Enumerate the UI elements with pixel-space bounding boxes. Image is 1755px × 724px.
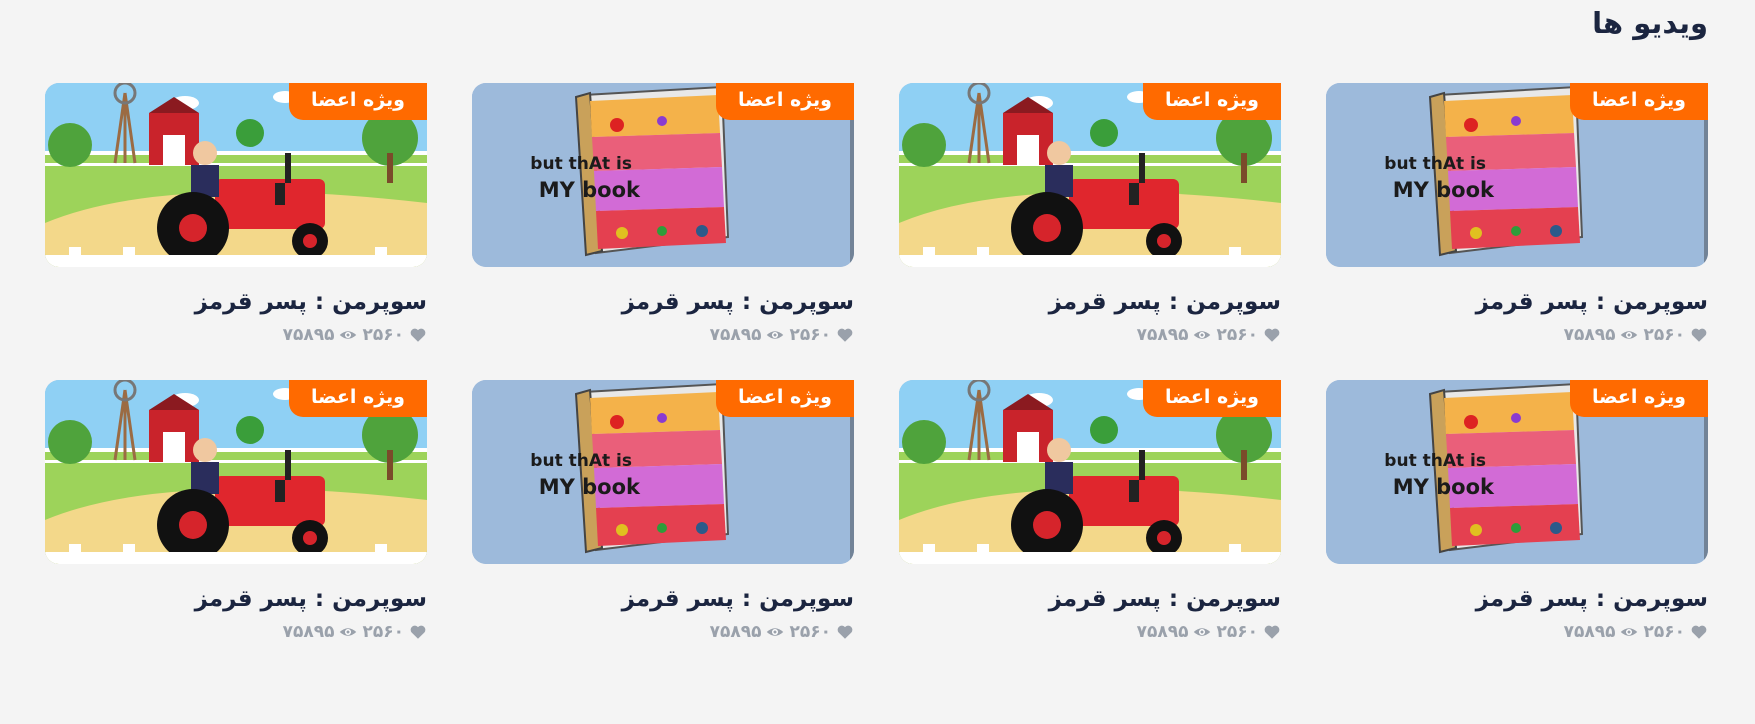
video-card[interactable]: but thAt is MY book ویژه اعضا سوپرمن : پ… <box>1326 380 1708 677</box>
section-title: ویدیو ها <box>1592 6 1708 40</box>
likes-count: ۲۵۶۰ <box>789 325 831 345</box>
video-stats: ۲۵۶۰ ۷۵۸۹۵ <box>45 622 427 642</box>
likes-count: ۲۵۶۰ <box>1643 325 1685 345</box>
video-stats: ۲۵۶۰ ۷۵۸۹۵ <box>472 325 854 345</box>
views-count: ۷۵۸۹۵ <box>282 325 335 345</box>
views-count: ۷۵۸۹۵ <box>709 325 762 345</box>
views-count: ۷۵۸۹۵ <box>1136 325 1189 345</box>
members-only-badge: ویژه اعضا <box>1570 380 1708 417</box>
members-only-badge: ویژه اعضا <box>1143 380 1281 417</box>
svg-text:but thAt is: but thAt is <box>1384 154 1486 174</box>
likes-count: ۲۵۶۰ <box>1216 325 1258 345</box>
likes-count: ۲۵۶۰ <box>1643 622 1685 642</box>
svg-text:MY book: MY book <box>539 178 641 202</box>
video-card[interactable]: ویژه اعضا سوپرمن : پسر قرمز ۲۵۶۰ ۷۵۸۹۵ <box>899 380 1281 677</box>
views-count: ۷۵۸۹۵ <box>1563 325 1616 345</box>
video-stats: ۲۵۶۰ ۷۵۸۹۵ <box>45 325 427 345</box>
video-card[interactable]: ویژه اعضا سوپرمن : پسر قرمز ۲۵۶۰ ۷۵۸۹۵ <box>45 83 427 380</box>
eye-icon <box>339 623 357 641</box>
heart-icon <box>1690 326 1708 344</box>
video-stats: ۲۵۶۰ ۷۵۸۹۵ <box>899 325 1281 345</box>
heart-icon <box>1263 623 1281 641</box>
video-card[interactable]: ویژه اعضا سوپرمن : پسر قرمز ۲۵۶۰ ۷۵۸۹۵ <box>45 380 427 677</box>
heart-icon <box>1263 326 1281 344</box>
heart-icon <box>836 623 854 641</box>
eye-icon <box>339 326 357 344</box>
eye-icon <box>766 326 784 344</box>
views-count: ۷۵۸۹۵ <box>1563 622 1616 642</box>
video-title[interactable]: سوپرمن : پسر قرمز <box>899 289 1281 315</box>
video-title[interactable]: سوپرمن : پسر قرمز <box>45 586 427 612</box>
video-card[interactable]: but thAt is MY book ویژه اعضا سوپرمن : پ… <box>472 380 854 677</box>
members-only-badge: ویژه اعضا <box>716 380 854 417</box>
video-stats: ۲۵۶۰ ۷۵۸۹۵ <box>899 622 1281 642</box>
eye-icon <box>1193 326 1211 344</box>
heart-icon <box>409 623 427 641</box>
video-title[interactable]: سوپرمن : پسر قرمز <box>472 586 854 612</box>
heart-icon <box>409 326 427 344</box>
views-count: ۷۵۸۹۵ <box>1136 622 1189 642</box>
video-title[interactable]: سوپرمن : پسر قرمز <box>472 289 854 315</box>
video-card[interactable]: ویژه اعضا سوپرمن : پسر قرمز ۲۵۶۰ ۷۵۸۹۵ <box>899 83 1281 380</box>
likes-count: ۲۵۶۰ <box>789 622 831 642</box>
svg-text:but thAt is: but thAt is <box>530 451 632 471</box>
members-only-badge: ویژه اعضا <box>289 83 427 120</box>
svg-text:MY book: MY book <box>1393 178 1495 202</box>
video-card[interactable]: but thAt is MY book ویژه اعضا سوپرمن : پ… <box>1326 83 1708 380</box>
members-only-badge: ویژه اعضا <box>1570 83 1708 120</box>
svg-text:MY book: MY book <box>1393 475 1495 499</box>
video-stats: ۲۵۶۰ ۷۵۸۹۵ <box>1326 325 1708 345</box>
views-count: ۷۵۸۹۵ <box>282 622 335 642</box>
video-title[interactable]: سوپرمن : پسر قرمز <box>1326 289 1708 315</box>
likes-count: ۲۵۶۰ <box>362 325 404 345</box>
video-title[interactable]: سوپرمن : پسر قرمز <box>45 289 427 315</box>
eye-icon <box>1193 623 1211 641</box>
video-title[interactable]: سوپرمن : پسر قرمز <box>1326 586 1708 612</box>
heart-icon <box>836 326 854 344</box>
video-title[interactable]: سوپرمن : پسر قرمز <box>899 586 1281 612</box>
likes-count: ۲۵۶۰ <box>362 622 404 642</box>
members-only-badge: ویژه اعضا <box>289 380 427 417</box>
heart-icon <box>1690 623 1708 641</box>
eye-icon <box>766 623 784 641</box>
eye-icon <box>1620 623 1638 641</box>
svg-text:MY book: MY book <box>539 475 641 499</box>
members-only-badge: ویژه اعضا <box>1143 83 1281 120</box>
svg-text:but thAt is: but thAt is <box>530 154 632 174</box>
likes-count: ۲۵۶۰ <box>1216 622 1258 642</box>
video-stats: ۲۵۶۰ ۷۵۸۹۵ <box>472 622 854 642</box>
eye-icon <box>1620 326 1638 344</box>
members-only-badge: ویژه اعضا <box>716 83 854 120</box>
views-count: ۷۵۸۹۵ <box>709 622 762 642</box>
video-stats: ۲۵۶۰ ۷۵۸۹۵ <box>1326 622 1708 642</box>
video-card[interactable]: but thAt is MY book ویژه اعضا سوپرمن : پ… <box>472 83 854 380</box>
video-grid: but thAt is MY book ویژه اعضا سوپرمن : پ… <box>45 83 1708 677</box>
svg-text:but thAt is: but thAt is <box>1384 451 1486 471</box>
